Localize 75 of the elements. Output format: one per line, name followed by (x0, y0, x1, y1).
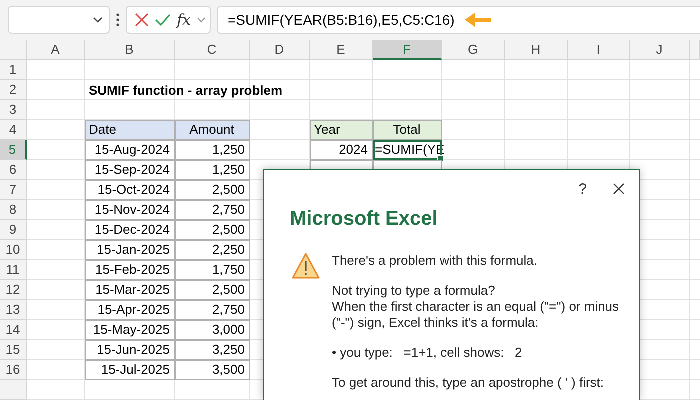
help-button[interactable]: ? (578, 180, 587, 198)
message-text: When the first character is an equal ("=") or minus (332, 299, 620, 315)
table-cell: 2,250 (175, 240, 250, 260)
column-header[interactable]: B (85, 40, 175, 60)
table-cell: 15-Dec-2024 (85, 220, 175, 240)
sheet-title: SUMIF function - array problem (89, 82, 283, 98)
row-header[interactable]: 14 (0, 320, 27, 340)
table-cell: 1,250 (175, 160, 250, 180)
table-header: Amount (175, 120, 250, 140)
table-cell: 1,750 (175, 260, 250, 280)
table-cell: 2,500 (175, 220, 250, 240)
chevron-down-icon[interactable] (197, 17, 206, 23)
message-text: • you type: =1+1, cell shows: 2 (332, 345, 524, 361)
table-cell: 15-Feb-2025 (85, 260, 175, 280)
table-cell: 2,750 (175, 300, 250, 320)
row-header[interactable]: 12 (0, 280, 27, 300)
table-header: Year (310, 120, 373, 140)
table-cell: 15-Aug-2024 (85, 140, 175, 160)
table-cell: 3,000 (175, 320, 250, 340)
row-header[interactable]: 5 (0, 140, 27, 160)
table-cell: 2,500 (175, 280, 250, 300)
row-header[interactable]: 10 (0, 240, 27, 260)
message-text: There's a problem with this formula. (332, 253, 539, 269)
table-cell: 15-May-2025 (85, 320, 175, 340)
message-text: ("-") sign, Excel thinks it's a formula: (332, 315, 540, 331)
message-text: To get around this, type an apostrophe ( ' ) first: (332, 375, 606, 391)
insert-function-button[interactable]: fx (177, 11, 192, 29)
arrow-left-icon (464, 13, 491, 27)
column-header[interactable]: H (505, 40, 568, 60)
row-header[interactable]: 9 (0, 220, 27, 240)
close-icon[interactable] (613, 183, 625, 195)
column-header[interactable]: E (310, 40, 373, 60)
row-header[interactable]: 16 (0, 360, 27, 380)
row-header[interactable]: 3 (0, 100, 27, 120)
row-header[interactable]: 6 (0, 160, 27, 180)
table-header: Date (85, 120, 175, 140)
name-box[interactable] (8, 6, 110, 34)
row-header[interactable]: 8 (0, 200, 27, 220)
column-header[interactable]: D (250, 40, 310, 60)
row-header[interactable]: 15 (0, 340, 27, 360)
table-cell: 15-Oct-2024 (85, 180, 175, 200)
table-cell: 2,750 (175, 200, 250, 220)
column-header[interactable]: A (27, 40, 85, 60)
warning-icon (292, 253, 320, 279)
chevron-down-icon (93, 17, 103, 23)
formula-field[interactable]: =SUMIF(YEAR(B5:B16),E5,C5:C16) (217, 6, 700, 34)
dialog-title: Microsoft Excel (289, 207, 439, 231)
row-header[interactable]: 11 (0, 260, 27, 280)
column-header[interactable]: J (630, 40, 690, 60)
table-cell: 2024 (310, 140, 373, 160)
table-cell: 15-Mar-2025 (85, 280, 175, 300)
table-cell: 15-Jul-2025 (85, 360, 175, 380)
table-cell: 15-Jun-2025 (85, 340, 175, 360)
check-icon[interactable] (155, 14, 171, 26)
column-header[interactable]: C (175, 40, 250, 60)
table-cell: 15-Sep-2024 (85, 160, 175, 180)
table-cell: 15-Jan-2025 (85, 240, 175, 260)
more-icon[interactable] (116, 13, 120, 27)
table-cell: 15-Nov-2024 (85, 200, 175, 220)
column-header[interactable]: G (442, 40, 505, 60)
row-header[interactable]: 1 (0, 60, 27, 80)
table-cell: 3,500 (175, 360, 250, 380)
row-header[interactable]: 4 (0, 120, 27, 140)
table-cell: 2,500 (175, 180, 250, 200)
table-cell: 3,250 (175, 340, 250, 360)
table-cell: 15-Apr-2025 (85, 300, 175, 320)
message-text: Not trying to type a formula? (332, 283, 496, 299)
table-header: Total (373, 120, 442, 140)
row-header[interactable]: 2 (0, 80, 27, 100)
row-header[interactable]: 13 (0, 300, 27, 320)
table-cell: 1,250 (175, 140, 250, 160)
cancel-icon[interactable] (135, 13, 149, 27)
column-header[interactable]: I (568, 40, 630, 60)
column-header[interactable]: F (373, 40, 442, 60)
row-header[interactable]: 7 (0, 180, 27, 200)
